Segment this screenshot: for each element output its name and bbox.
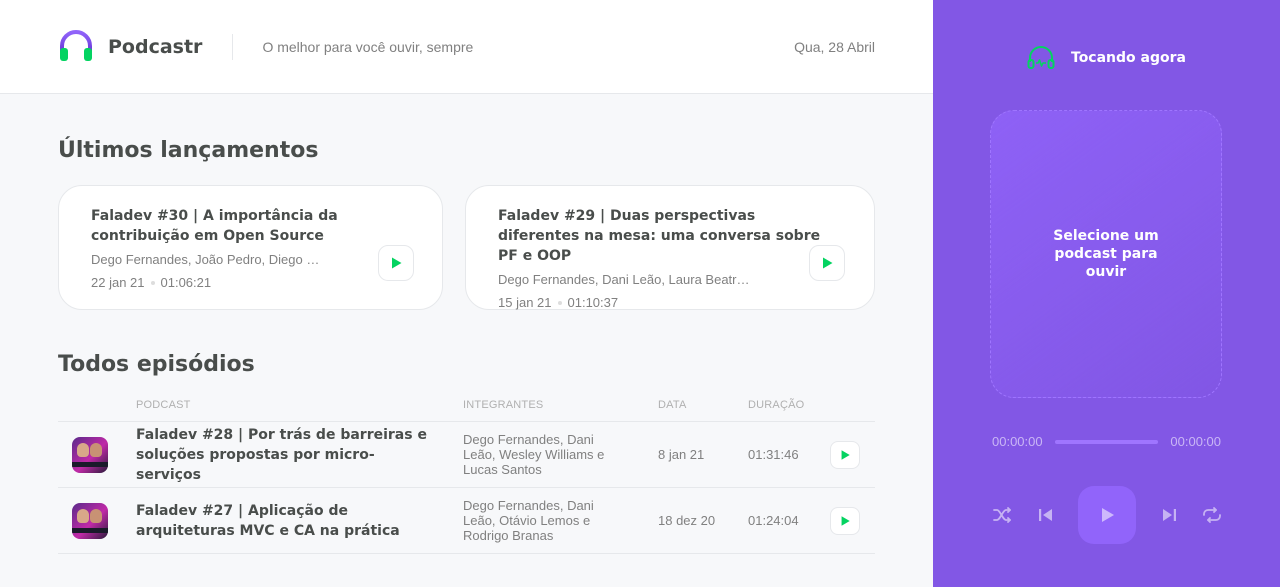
table-row: Faladev #27 | Aplicação de arquiteturas … xyxy=(58,487,875,554)
column-header-action xyxy=(830,399,875,422)
play-icon xyxy=(841,515,850,526)
column-header-date: Data xyxy=(658,399,748,422)
play-button[interactable] xyxy=(1078,486,1136,544)
tagline: O melhor para você ouvir, sempre xyxy=(262,38,474,55)
latest-episodes-title: Últimos lançamentos xyxy=(58,138,319,163)
current-time: 00:00:00 xyxy=(992,434,1043,449)
headphones-icon xyxy=(1027,46,1055,69)
previous-icon xyxy=(1038,509,1052,521)
logo[interactable]: Podcastr xyxy=(58,29,202,65)
episode-members: Dego Fernandes, João Pedro, Diego Haz, B… xyxy=(91,252,323,267)
header-divider xyxy=(232,33,234,60)
separator-dot xyxy=(150,280,155,285)
episode-thumbnail xyxy=(72,436,108,473)
episodes-table: Podcast Integrantes Data Duração xyxy=(58,399,875,554)
thumbnail-cell xyxy=(58,487,136,554)
episode-meta: 22 jan 21 01:06:21 xyxy=(91,275,410,290)
latest-episodes-section: Últimos lançamentos Faladev #30 | A impo… xyxy=(0,94,933,310)
members-cell: Dego Fernandes, Dani Leão, Otávio Lemos … xyxy=(463,487,658,554)
previous-button[interactable] xyxy=(1035,504,1057,526)
table-row: Faladev #28 | Por trás de barreiras e so… xyxy=(58,421,875,488)
column-header-podcast: Podcast xyxy=(136,399,463,422)
total-time: 00:00:00 xyxy=(1170,434,1221,449)
episode-date: 18 dez 20 xyxy=(658,487,748,554)
episode-duration: 01:10:37 xyxy=(567,295,619,310)
episode-title-link[interactable]: Faladev #29 | Duas perspectivas diferent… xyxy=(498,206,838,266)
current-date: Qua, 28 Abril xyxy=(794,38,875,55)
app: Podcastr O melhor para você ouvir, sempr… xyxy=(0,0,1280,587)
separator-dot xyxy=(557,300,562,305)
player-header: Tocando agora xyxy=(933,46,1280,70)
episode-duration: 01:06:21 xyxy=(160,275,212,290)
play-episode-button[interactable] xyxy=(809,245,845,281)
episode-title-link[interactable]: Faladev #27 | Aplicação de arquiteturas … xyxy=(136,501,436,541)
repeat-icon xyxy=(1203,507,1221,523)
episode-date: 22 jan 21 xyxy=(91,275,145,290)
thumbnail-cell xyxy=(58,421,136,488)
episode-meta: 15 jan 21 01:10:37 xyxy=(498,295,842,310)
column-header-thumbnail xyxy=(58,399,136,422)
empty-player-placeholder: Selecione um podcast para ouvir xyxy=(990,110,1222,398)
episode-members: Dego Fernandes, Dani Leão, Otávio Lemos … xyxy=(463,498,594,543)
title-cell: Faladev #28 | Por trás de barreiras e so… xyxy=(136,421,463,488)
all-episodes-title: Todos episódios xyxy=(58,352,255,377)
play-icon xyxy=(1102,508,1114,522)
player-controls xyxy=(991,486,1223,544)
action-cell xyxy=(830,421,875,488)
play-icon xyxy=(823,257,833,269)
play-episode-button[interactable] xyxy=(830,440,860,469)
player-panel: Tocando agora Selecione um podcast para … xyxy=(933,0,1280,587)
next-icon xyxy=(1162,509,1176,521)
episode-thumbnail xyxy=(72,502,108,539)
main-content: Podcastr O melhor para você ouvir, sempr… xyxy=(0,0,933,587)
next-button[interactable] xyxy=(1158,504,1180,526)
episode-members: Dego Fernandes, Dani Leão, Laura Beatris… xyxy=(498,272,750,287)
episode-duration: 01:24:04 xyxy=(748,487,830,554)
progress-slider[interactable] xyxy=(1055,439,1158,444)
shuffle-icon xyxy=(993,507,1011,523)
members-cell: Dego Fernandes, Dani Leão, Wesley Willia… xyxy=(463,421,658,488)
episode-duration: 01:31:46 xyxy=(748,421,830,488)
play-icon xyxy=(392,257,402,269)
play-episode-button[interactable] xyxy=(378,245,414,281)
title-cell: Faladev #27 | Aplicação de arquiteturas … xyxy=(136,487,463,554)
all-episodes-section: Todos episódios Podcast Integrantes Data… xyxy=(0,310,933,554)
episode-card: Faladev #29 | Duas perspectivas diferent… xyxy=(465,185,875,310)
column-header-members: Integrantes xyxy=(463,399,658,422)
play-episode-button[interactable] xyxy=(830,506,860,535)
shuffle-button[interactable] xyxy=(991,504,1013,526)
app-name: Podcastr xyxy=(108,35,203,58)
episode-members: Dego Fernandes, Dani Leão, Wesley Willia… xyxy=(463,432,605,477)
now-playing-label: Tocando agora xyxy=(1071,50,1186,66)
column-header-duration: Duração xyxy=(748,399,830,422)
episode-card: Faladev #30 | A importância da contribui… xyxy=(58,185,443,310)
episode-date: 15 jan 21 xyxy=(498,295,552,310)
episode-title-link[interactable]: Faladev #28 | Por trás de barreiras e so… xyxy=(136,425,436,485)
empty-player-message: Selecione um podcast para ouvir xyxy=(1053,228,1159,280)
play-icon xyxy=(841,449,850,460)
episode-title-link[interactable]: Faladev #30 | A importância da contribui… xyxy=(91,206,421,246)
table-header-row: Podcast Integrantes Data Duração xyxy=(58,399,875,422)
action-cell xyxy=(830,487,875,554)
repeat-button[interactable] xyxy=(1201,504,1223,526)
top-header: Podcastr O melhor para você ouvir, sempr… xyxy=(0,0,933,94)
latest-episodes-list: Faladev #30 | A importância da contribui… xyxy=(58,185,875,310)
progress-bar: 00:00:00 00:00:00 xyxy=(992,434,1221,449)
episode-date: 8 jan 21 xyxy=(658,421,748,488)
headphones-icon xyxy=(60,29,92,61)
